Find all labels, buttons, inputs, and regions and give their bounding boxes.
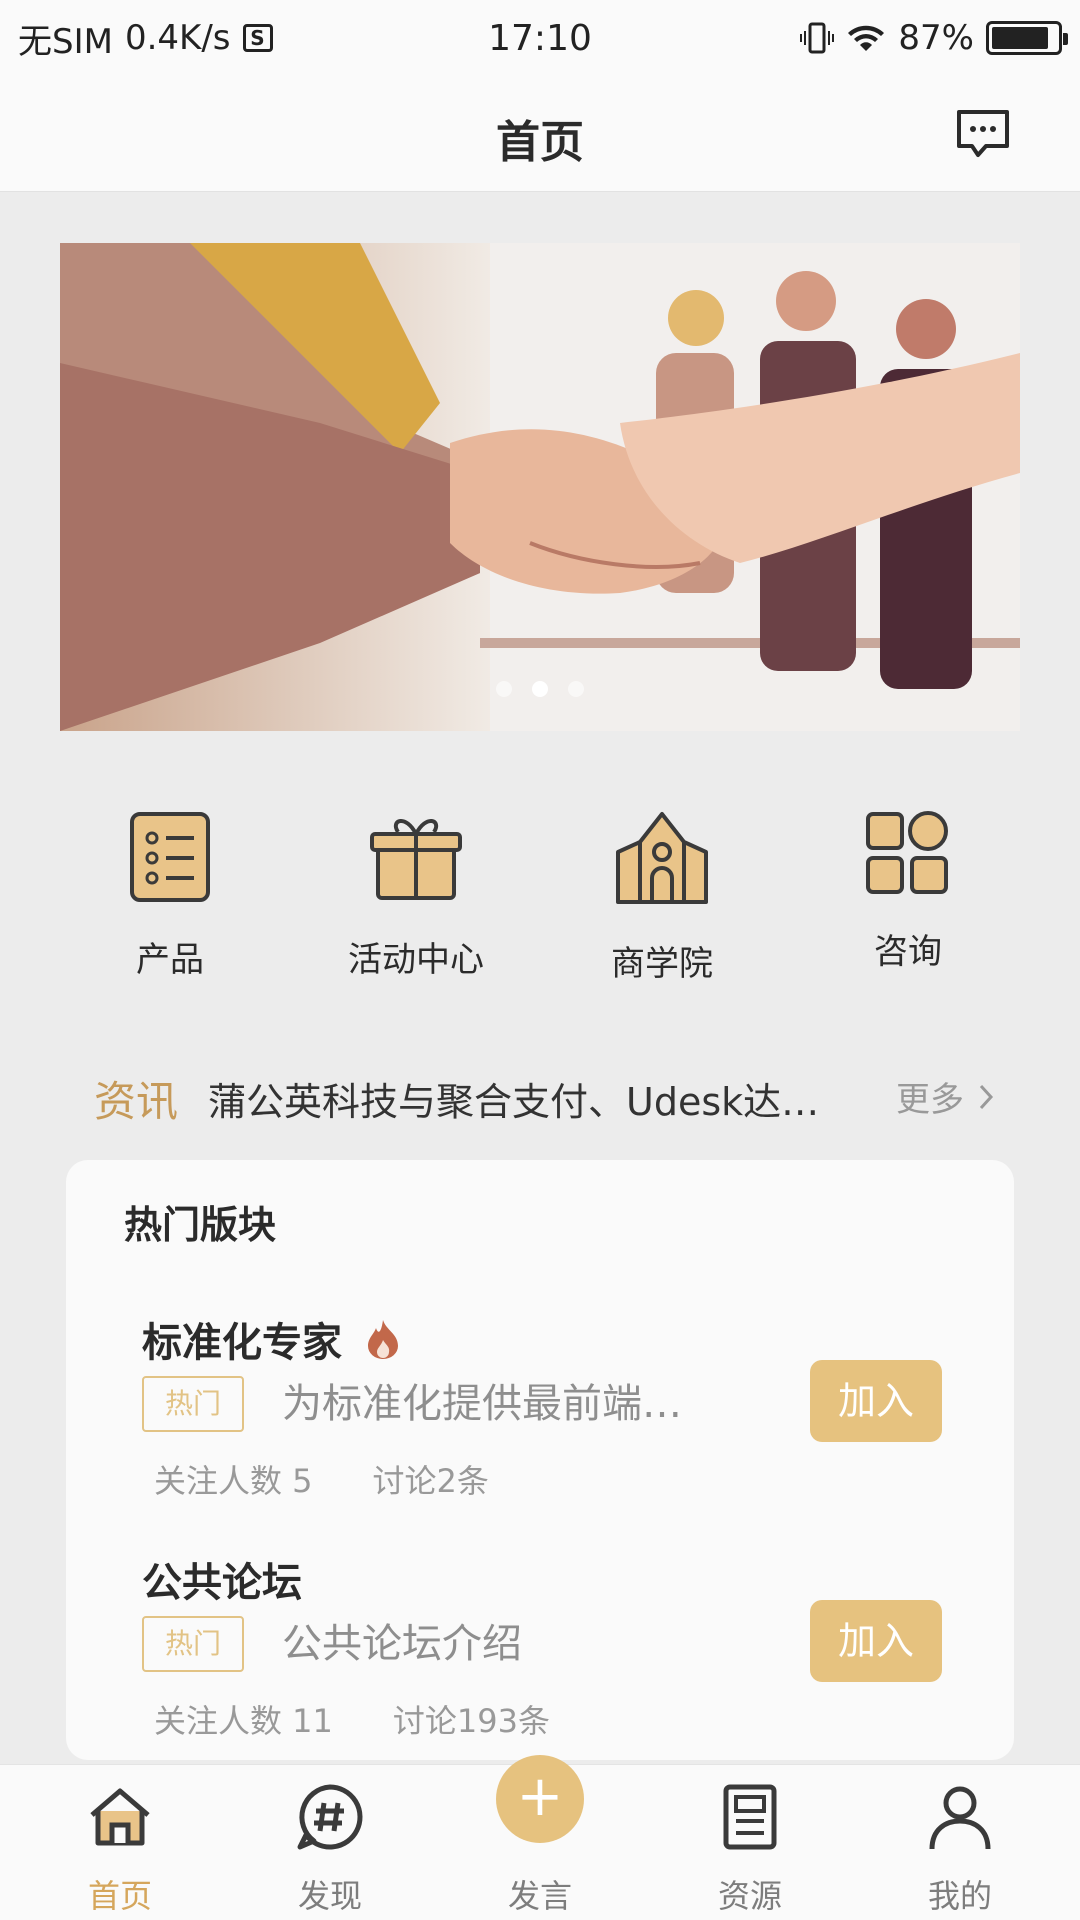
more-label: 更多 <box>896 1080 964 1120</box>
menu-label: 活动中心 <box>348 940 484 980</box>
section-title: 热门版块 <box>124 1203 277 1247</box>
board-description: 为标准化提供最前端… <box>282 1381 682 1427</box>
news-headline[interactable]: 蒲公英科技与聚合支付、Udesk达… <box>208 1071 828 1126</box>
clock: 17:10 <box>488 17 592 59</box>
document-icon <box>723 1784 777 1850</box>
menu-label: 产品 <box>136 940 204 980</box>
board-name: 标准化专家 <box>142 1320 342 1366</box>
menu-label: 商学院 <box>611 944 713 984</box>
board-item[interactable]: 标准化专家 热门 为标准化提供最前端… 关注人数 5 讨论2条 加入 <box>142 1310 942 1520</box>
carousel-dot[interactable] <box>532 681 548 697</box>
board-name-row: 公共论坛 <box>142 1550 302 1608</box>
tab-bar: 首页 发现 + 发言 资源 我的 <box>0 1755 1080 1920</box>
join-button[interactable]: 加入 <box>810 1360 942 1442</box>
board-name-row: 标准化专家 <box>142 1310 400 1368</box>
hot-badge: 热门 <box>142 1616 244 1672</box>
message-icon[interactable] <box>954 104 1012 162</box>
home-icon <box>90 1788 150 1846</box>
tab-label: 发现 <box>297 1877 362 1915</box>
battery-icon <box>986 21 1068 55</box>
status-bar: 无SIM 0.4K/s S 17:10 87% <box>0 0 1080 76</box>
chevron-right-icon <box>979 1084 994 1109</box>
discussion-count: 讨论193条 <box>392 1702 550 1740</box>
news-tag: 资讯 <box>94 1076 179 1126</box>
followers-count: 关注人数 11 <box>154 1702 333 1740</box>
carousel-dot[interactable] <box>496 681 512 697</box>
hot-badge: 热门 <box>142 1376 244 1432</box>
fire-icon <box>368 1320 398 1359</box>
grid-icon <box>866 811 948 894</box>
banner-carousel[interactable] <box>60 243 1020 731</box>
news-ticker[interactable]: 资讯 蒲公英科技与聚合支付、Udesk达… 更多 <box>94 1068 994 1128</box>
quick-menu: 产品 活动中心 商学院 咨询 <box>0 808 1080 988</box>
board-description: 公共论坛介绍 <box>282 1621 522 1667</box>
tab-home[interactable]: 首页 <box>40 1765 200 1920</box>
menu-item-activity-center[interactable]: 活动中心 <box>316 808 516 981</box>
list-icon <box>130 812 210 902</box>
tab-label: 发言 <box>507 1877 572 1915</box>
tab-label: 我的 <box>927 1877 992 1915</box>
tab-post[interactable]: + 发言 <box>460 1755 620 1920</box>
tab-resources[interactable]: 资源 <box>670 1765 830 1920</box>
carousel-dot[interactable] <box>568 681 584 697</box>
tab-label: 资源 <box>717 1877 782 1915</box>
carousel-dots <box>60 681 1020 697</box>
board-stats: 关注人数 5 讨论2条 <box>154 1456 489 1502</box>
menu-item-consulting[interactable]: 咨询 <box>808 808 1008 973</box>
hashtag-icon <box>297 1784 363 1850</box>
board-name: 公共论坛 <box>142 1560 302 1606</box>
more-link[interactable]: 更多 <box>896 1072 994 1121</box>
tab-label: 首页 <box>87 1877 152 1915</box>
discussion-count: 讨论2条 <box>372 1462 489 1500</box>
board-stats: 关注人数 11 讨论193条 <box>154 1696 550 1742</box>
board-item[interactable]: 公共论坛 热门 公共论坛介绍 关注人数 11 讨论193条 加入 <box>142 1550 942 1760</box>
tab-profile[interactable]: 我的 <box>880 1765 1040 1920</box>
handshake-photo <box>60 243 1020 731</box>
menu-item-business-school[interactable]: 商学院 <box>562 808 762 985</box>
page-title: 首页 <box>496 117 584 168</box>
tab-discover[interactable]: 发现 <box>250 1765 410 1920</box>
user-icon <box>929 1786 991 1850</box>
followers-count: 关注人数 5 <box>154 1462 313 1500</box>
plus-icon: + <box>496 1755 584 1843</box>
app-header: 首页 <box>0 76 1080 192</box>
menu-label: 咨询 <box>874 932 942 972</box>
gift-icon <box>370 819 462 900</box>
join-button[interactable]: 加入 <box>810 1600 942 1682</box>
hot-boards-card: 热门版块 标准化专家 热门 为标准化提供最前端… 关注人数 5 讨论2条 加入 … <box>66 1160 1014 1760</box>
school-icon <box>616 812 708 904</box>
menu-item-products[interactable]: 产品 <box>70 808 270 981</box>
